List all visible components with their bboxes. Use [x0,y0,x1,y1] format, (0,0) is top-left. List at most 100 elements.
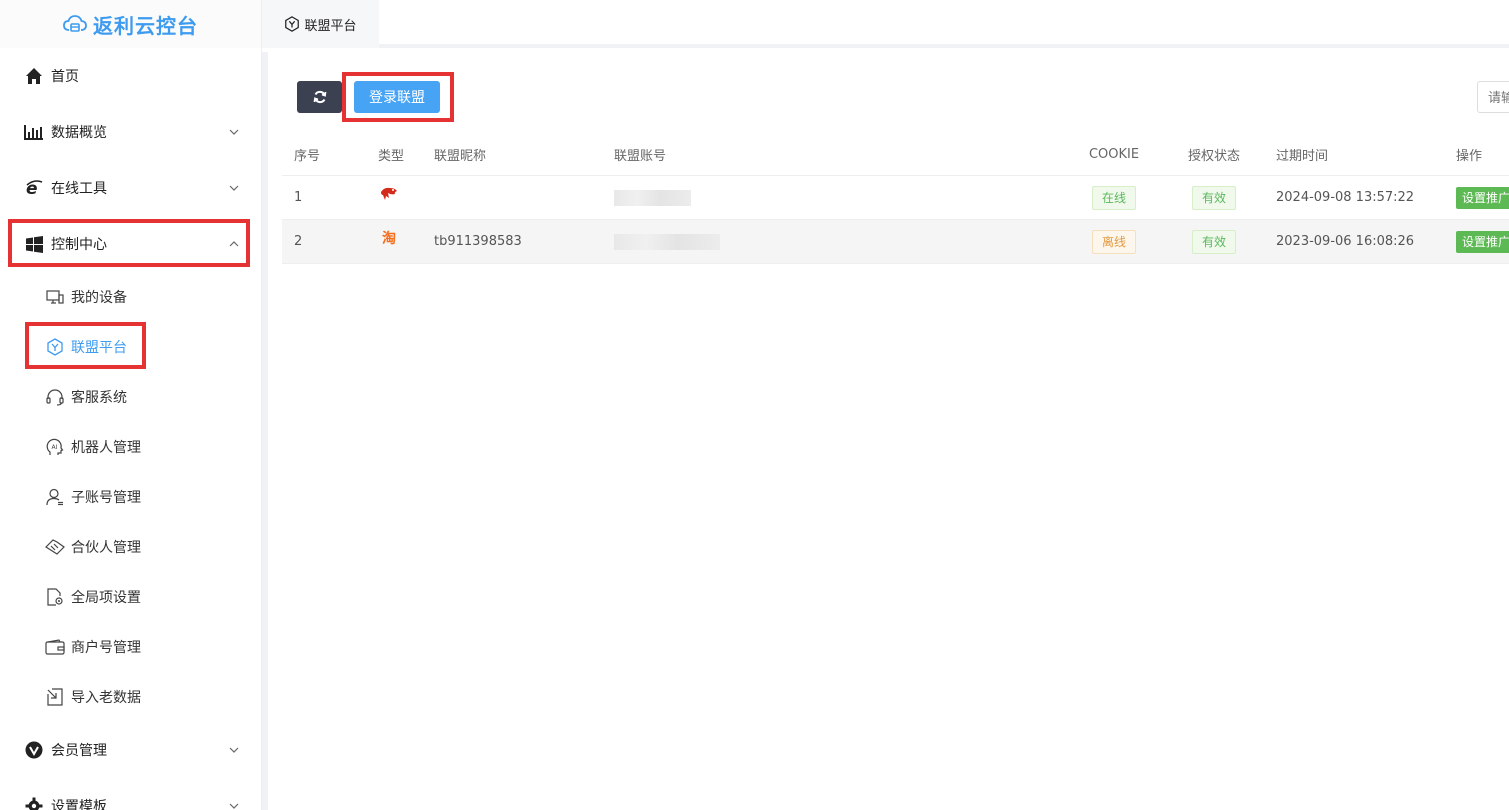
sidebar-subitem-label: 商户号管理 [71,640,141,656]
alliance-icon [285,16,300,32]
header-type: 类型 [378,148,405,164]
sidebar-item-label: 设置模板 [51,799,107,810]
sidebar-subitem-sub-accounts[interactable]: 子账号管理 [0,472,262,522]
gear-icon [24,796,44,810]
cell-cookie: 离线 [1076,220,1152,263]
redacted-account [614,189,691,206]
cell-expire-time: 2024-09-08 13:57:22 [1276,190,1415,205]
sidebar-subitem-customer-service[interactable]: 客服系统 [0,372,262,422]
cookie-status-badge: 在线 [1091,185,1136,210]
bar-chart-icon [24,122,44,142]
app-root: 返利云控台 首页 数据概览 e 在线工具 控制中心 我的设备 联盟平台 客服系统… [0,0,1509,810]
header-index: 序号 [294,148,321,164]
chevron-down-icon [229,185,239,191]
sidebar-subitem-my-devices[interactable]: 我的设备 [0,272,262,322]
header-auth-status: 授权状态 [1187,148,1240,164]
logo[interactable]: 返利云控台 [0,0,261,48]
cell-actions: 设置推广 [1456,176,1509,219]
headset-icon [45,387,65,407]
sidebar-item-label: 首页 [51,69,79,85]
ai-icon: AI [45,437,65,457]
header-cookie: COOKIE [1088,146,1140,162]
cell-account [614,220,720,263]
refresh-icon [313,90,326,104]
sidebar: 返利云控台 首页 数据概览 e 在线工具 控制中心 我的设备 联盟平台 客服系统… [0,0,262,810]
sidebar-subitem-robot-management[interactable]: AI 机器人管理 [0,422,262,472]
windows-icon [24,234,44,254]
tab-alliance-platform[interactable]: 联盟平台 [262,0,379,48]
vip-icon [24,740,44,760]
login-alliance-button[interactable]: 登录联盟 [354,81,440,113]
header-expire-time: 过期时间 [1276,148,1329,164]
sidebar-item-online-tools[interactable]: e 在线工具 [0,160,262,216]
file-settings-icon [45,587,65,607]
cell-auth-status: 有效 [1176,176,1252,219]
sidebar-menu: 首页 数据概览 e 在线工具 控制中心 我的设备 联盟平台 客服系统 AI 机器… [0,48,262,810]
sidebar-subitem-label: 联盟平台 [71,340,127,356]
sidebar-subitem-label: 导入老数据 [71,690,141,706]
set-promotion-button[interactable]: 设置推广 [1456,186,1509,209]
sidebar-item-home[interactable]: 首页 [0,48,262,104]
sidebar-item-label: 数据概览 [51,125,107,141]
header-actions: 操作 [1456,148,1483,164]
sidebar-subitem-alliance-platform[interactable]: 联盟平台 [0,322,262,372]
sidebar-item-label: 会员管理 [51,743,107,759]
auth-status-badge: 有效 [1191,185,1236,210]
cell-expire-time: 2023-09-06 16:08:26 [1276,234,1415,249]
table-header: 序号 类型 联盟昵称 联盟账号 COOKIE 授权状态 过期时间 操作 [282,133,1509,176]
table-row: 2 淘 tb911398583 离线 有效 2023-09-06 16:08:2… [282,220,1509,264]
set-promotion-button[interactable]: 设置推广 [1456,230,1509,253]
cell-auth-status: 有效 [1176,220,1252,263]
cell-account [614,176,691,219]
sidebar-subitem-label: 机器人管理 [71,440,141,456]
sidebar-subitem-partners[interactable]: 合伙人管理 [0,522,262,572]
sidebar-item-data-overview[interactable]: 数据概览 [0,104,262,160]
table-row: 1 在线 有效 2024-09-08 13:57:22 设置推广 [282,176,1509,220]
sidebar-item-settings-template[interactable]: 设置模板 [0,778,262,810]
content-panel: 登录联盟 序号 类型 联盟昵称 联盟账号 COOKIE 授权状态 过期时间 操作… [268,52,1509,810]
user-icon [45,487,65,507]
tab-label: 联盟平台 [304,18,357,34]
sidebar-subitem-label: 全局项设置 [71,590,141,606]
sidebar-subitem-merchant-accounts[interactable]: 商户号管理 [0,622,262,672]
refresh-button[interactable] [297,81,342,113]
cloud-logo-icon [63,15,87,32]
sidebar-item-label: 控制中心 [51,237,107,253]
sidebar-subitem-global-settings[interactable]: 全局项设置 [0,572,262,622]
header-nickname: 联盟昵称 [434,148,487,164]
jingdong-icon [378,183,400,205]
chevron-down-icon [229,129,239,135]
ie-icon: e [24,178,44,198]
cell-type [378,176,400,219]
header-account: 联盟账号 [614,148,667,164]
sidebar-subitem-import-data[interactable]: 导入老数据 [0,672,262,722]
monitor-icon [45,287,65,307]
auth-status-badge: 有效 [1191,229,1236,254]
main-content: 登录联盟 序号 类型 联盟昵称 联盟账号 COOKIE 授权状态 过期时间 操作… [262,52,1509,810]
sidebar-subitem-label: 合伙人管理 [71,540,141,556]
svg-text:AI: AI [52,444,58,451]
tab-bar: 联盟平台 [262,0,1509,48]
alliance-icon [45,337,65,357]
sidebar-subitem-label: 客服系统 [71,390,127,406]
search-input[interactable] [1477,81,1509,113]
cell-cookie: 在线 [1076,176,1152,219]
chevron-down-icon [229,747,239,753]
sidebar-item-control-center[interactable]: 控制中心 [0,216,262,272]
sidebar-item-label: 在线工具 [51,181,107,197]
cell-type: 淘 [378,220,400,263]
sidebar-item-member-management[interactable]: 会员管理 [0,722,262,778]
cell-actions: 设置推广 [1456,220,1509,263]
wallet-icon [45,637,65,657]
chevron-up-icon [229,241,239,247]
cell-nickname: tb911398583 [434,234,522,249]
handshake-icon [45,537,65,557]
chevron-down-icon [229,803,239,809]
app-title: 返利云控台 [93,13,198,38]
alliance-table: 序号 类型 联盟昵称 联盟账号 COOKIE 授权状态 过期时间 操作 1 在线… [282,133,1509,264]
redacted-account [614,233,720,250]
cell-index: 2 [294,234,303,249]
cookie-status-badge: 离线 [1091,229,1136,254]
import-icon [45,687,65,707]
sidebar-subitem-label: 我的设备 [71,290,127,306]
